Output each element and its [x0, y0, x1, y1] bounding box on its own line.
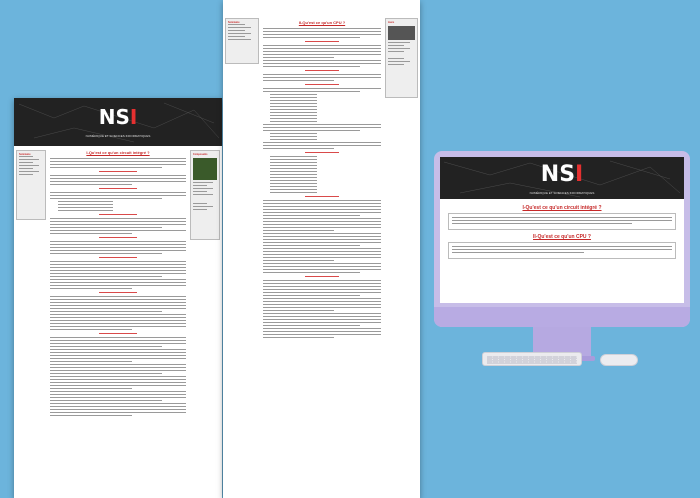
mouse — [600, 354, 638, 366]
monitor-screen: NSI NUMÉRIQUE ET SCIENCES INFORMATIQUES … — [440, 157, 684, 303]
section-heading-1: I-Qu'est ce qu'un circuit intégré ? — [522, 205, 602, 211]
sidebar-right: Composants — [190, 150, 220, 240]
page-title: II-Qu'est ce qu'un CPU ? — [298, 20, 346, 25]
main-content: I-Qu'est ce qu'un circuit intégré ? — [50, 150, 186, 418]
logo-subtitle: NUMÉRIQUE ET SCIENCES INFORMATIQUES — [85, 134, 151, 138]
page-mockup-middle: Sommaire II-Qu'est ce qu'un CPU ? Liens — [223, 0, 420, 498]
sidebar-right: Liens — [385, 18, 418, 98]
circuit-image — [193, 158, 217, 180]
section-heading-2: II-Qu'est ce qu'un CPU ? — [533, 234, 591, 240]
sidebar-title: Composants — [193, 153, 208, 156]
page-title: I-Qu'est ce qu'un circuit intégré ? — [86, 150, 150, 155]
text-box — [448, 242, 676, 259]
banner: NSI NUMÉRIQUE ET SCIENCES INFORMATIQUES — [14, 98, 222, 146]
sidebar-title: Liens — [388, 21, 395, 24]
main-content: II-Qu'est ce qu'un CPU ? — [263, 20, 381, 340]
banner: NSI NUMÉRIQUE ET SCIENCES INFORMATIQUES — [440, 157, 684, 199]
monitor-bezel: NSI NUMÉRIQUE ET SCIENCES INFORMATIQUES … — [434, 151, 690, 327]
keyboard — [482, 352, 582, 366]
monitor-chin — [434, 307, 690, 327]
page-mockup-left: NSI NUMÉRIQUE ET SCIENCES INFORMATIQUES … — [14, 98, 222, 498]
nsi-logo: NSI — [98, 105, 138, 129]
cpu-image — [388, 26, 415, 40]
text-box — [448, 213, 676, 230]
imac-mockup: NSI NUMÉRIQUE ET SCIENCES INFORMATIQUES … — [434, 151, 690, 363]
sidebar-left: Sommaire — [16, 150, 46, 220]
logo-subtitle: NUMÉRIQUE ET SCIENCES INFORMATIQUES — [529, 191, 595, 195]
screen-content: I-Qu'est ce qu'un circuit intégré ? II-Q… — [448, 203, 676, 263]
nsi-logo: NSI — [540, 162, 584, 187]
sidebar-left: Sommaire — [225, 18, 259, 64]
